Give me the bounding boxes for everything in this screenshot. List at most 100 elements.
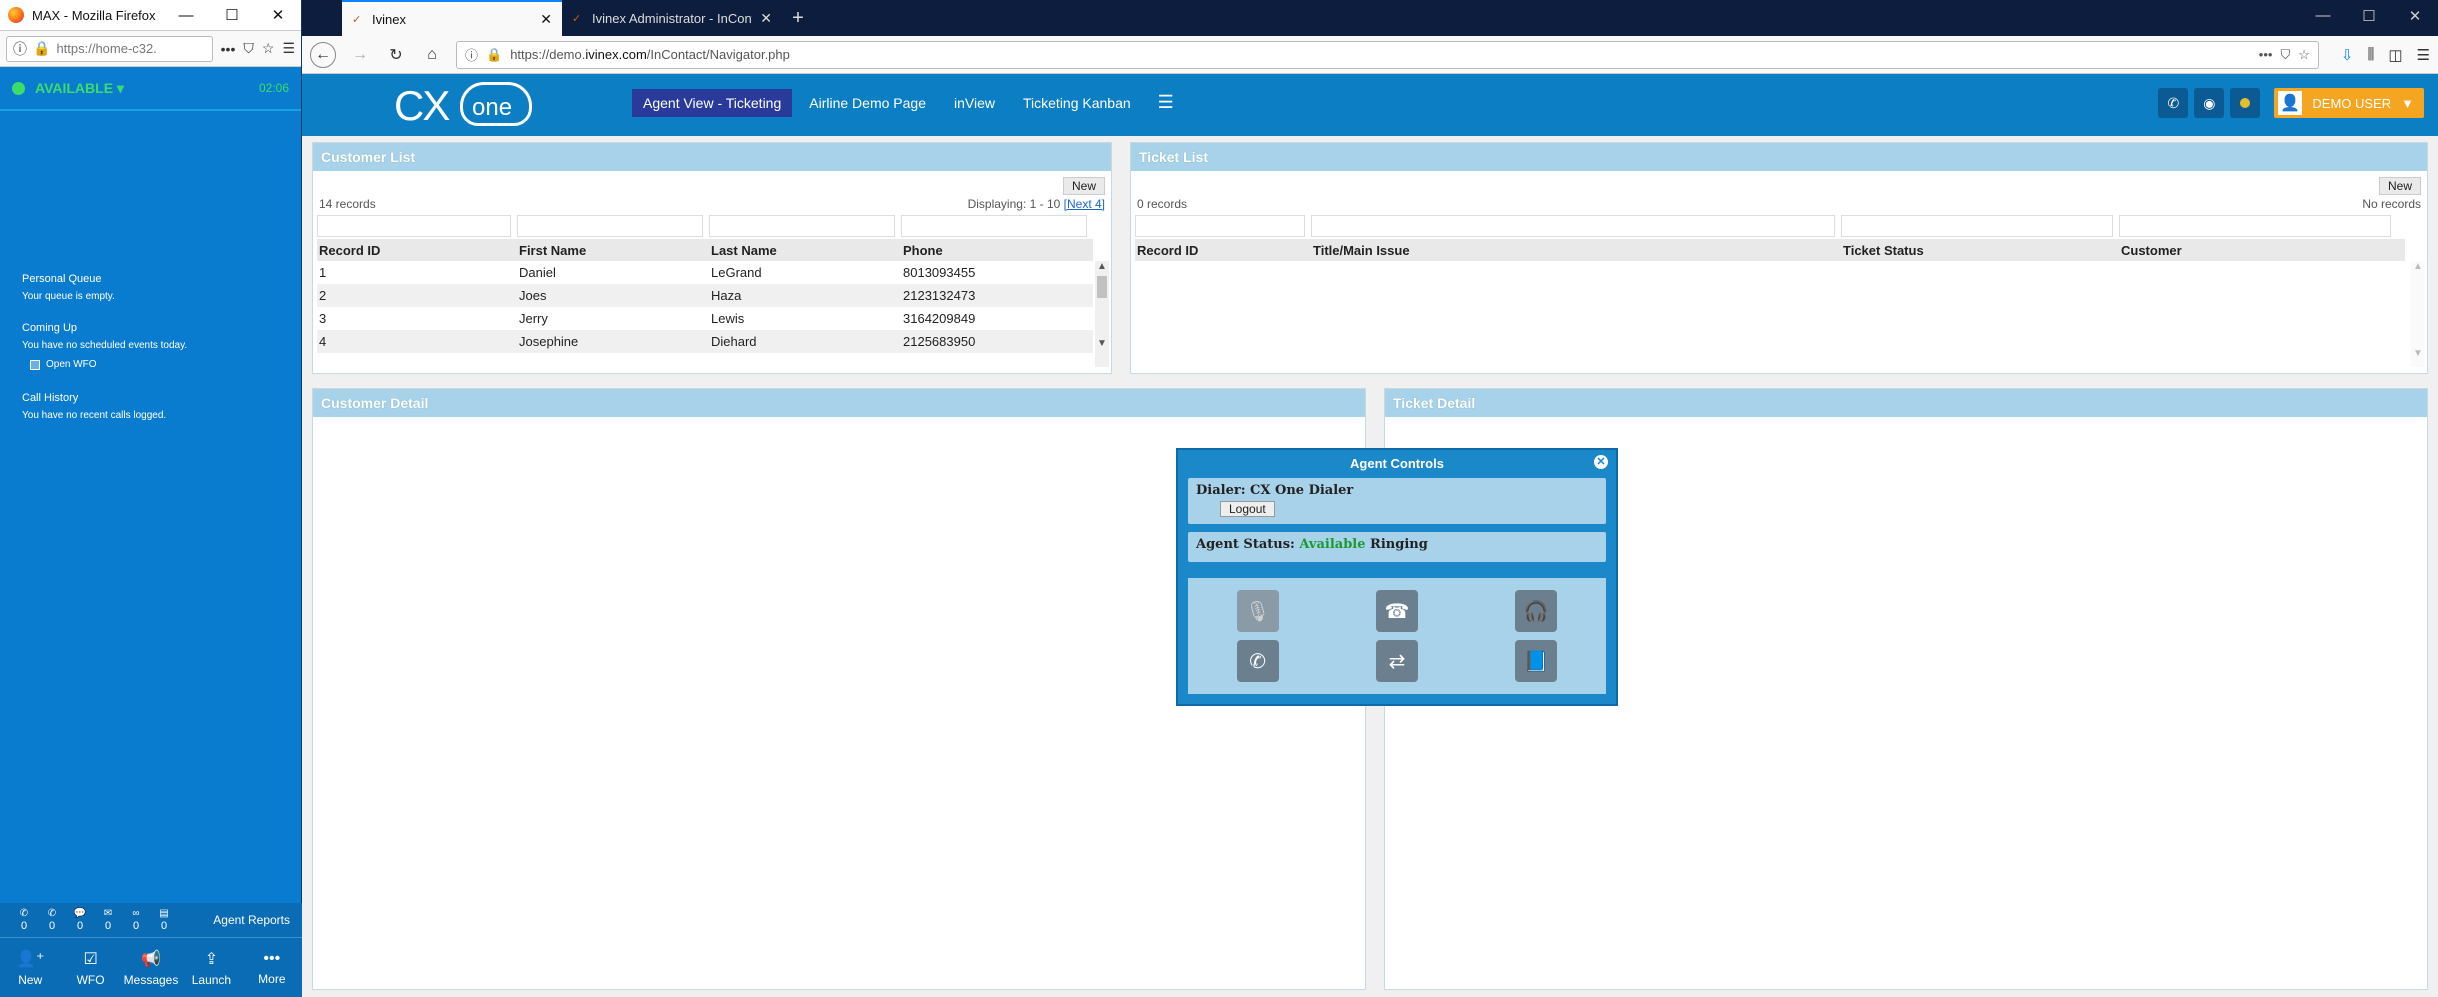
tab-close-icon[interactable]: ✕: [760, 10, 772, 27]
agent-reports-link[interactable]: Agent Reports: [213, 913, 290, 927]
maximize-icon[interactable]: ☐: [209, 0, 255, 31]
filter-first-name-input[interactable]: [517, 215, 703, 237]
calls-counter[interactable]: ✆ 0: [10, 908, 38, 932]
next-page-link[interactable]: [Next 4]: [1064, 197, 1105, 211]
call-notes-icon[interactable]: ✆: [1236, 640, 1279, 682]
filter-record-id-input[interactable]: [317, 215, 511, 237]
menu-icon[interactable]: ☰: [2417, 46, 2430, 64]
nav-bar: ← → ↻ ⌂ ⓘ 🔒 https://demo.ivinex.com/InCo…: [302, 36, 2438, 74]
tab-ivinex[interactable]: ✓ Ivinex ✕: [342, 0, 562, 36]
launch-icon: ⇪: [204, 950, 219, 968]
home-icon[interactable]: ⌂: [420, 46, 444, 64]
minimize-icon[interactable]: —: [163, 0, 209, 31]
nav-messages-button[interactable]: 📢 Messages: [121, 938, 181, 997]
nav-ticketing-kanban[interactable]: Ticketing Kanban: [1012, 89, 1142, 117]
tab-close-icon[interactable]: ✕: [540, 11, 552, 28]
transfer-icon[interactable]: ⇄: [1375, 640, 1418, 682]
chat-counter[interactable]: 💬 0: [66, 908, 94, 932]
info-icon: ⓘ: [465, 48, 479, 63]
col-title-main-issue[interactable]: Title/Main Issue: [1311, 243, 1841, 258]
library-icon[interactable]: ⫼: [2367, 46, 2374, 64]
logout-button[interactable]: Logout: [1220, 501, 1275, 517]
more-icon[interactable]: •••: [2259, 47, 2273, 62]
record-icon[interactable]: ◉: [2194, 88, 2225, 118]
tab-ivinex-admin[interactable]: ✓ Ivinex Administrator - InContact ✕: [562, 0, 782, 36]
scroll-down-icon[interactable]: ▼: [1095, 338, 1109, 349]
no-events-text: You have no scheduled events today.: [22, 340, 188, 351]
forward-icon[interactable]: →: [348, 46, 372, 64]
coming-up-heading: Coming Up: [22, 322, 78, 334]
filter-ticket-id-input[interactable]: [1135, 215, 1305, 237]
user-menu-button[interactable]: 👤 DEMO USER ▼: [2274, 88, 2424, 118]
callback-counter[interactable]: ✆ 0: [38, 908, 66, 932]
table-row[interactable]: 1 Daniel LeGrand 8013093455: [317, 261, 1093, 284]
customer-grid-header: Record ID First Name Last Name Phone: [317, 239, 1093, 261]
back-icon[interactable]: ←: [310, 41, 336, 68]
phone-settings-icon[interactable]: ✆: [2158, 88, 2189, 118]
reload-icon[interactable]: ↻: [384, 45, 408, 65]
nav-new-button[interactable]: 👤⁺ New: [0, 938, 60, 997]
col-phone[interactable]: Phone: [901, 243, 1093, 258]
table-row[interactable]: 4 Josephine Diehard 2125683950: [317, 330, 1093, 353]
voicemail-counter[interactable]: ∞ 0: [122, 908, 150, 932]
col-ticket-status[interactable]: Ticket Status: [1841, 243, 2119, 258]
new-tab-button[interactable]: +: [782, 0, 814, 36]
agent-status-label[interactable]: AVAILABLE ▾: [35, 80, 259, 97]
col-ticket-record-id[interactable]: Record ID: [1135, 243, 1311, 258]
filter-last-name-input[interactable]: [709, 215, 895, 237]
scroll-up-icon[interactable]: ▲: [2411, 261, 2425, 272]
pocket-icon[interactable]: ⛉: [243, 40, 254, 57]
table-row[interactable]: 2 Joes Haza 2123132473: [317, 284, 1093, 307]
star-icon[interactable]: ☆: [262, 40, 275, 57]
url-input[interactable]: ⓘ 🔒 https://demo.ivinex.com/InContact/Na…: [456, 40, 2319, 69]
nav-more-button[interactable]: ••• More: [242, 938, 302, 997]
filter-phone-input[interactable]: [901, 215, 1087, 237]
minimize-icon[interactable]: —: [2300, 0, 2346, 31]
sidebar-icon[interactable]: ◫: [2388, 46, 2402, 64]
agent-status-bar[interactable]: AVAILABLE ▾ 02:06: [0, 67, 301, 111]
close-icon[interactable]: ✕: [2392, 0, 2438, 31]
max-url-input[interactable]: ⓘ 🔒 https://home-c32.: [6, 35, 213, 62]
new-ticket-button[interactable]: New: [2378, 177, 2421, 195]
col-customer[interactable]: Customer: [2119, 243, 2389, 258]
open-wfo-link[interactable]: Open WFO: [30, 359, 279, 370]
nav-agent-view-ticketing[interactable]: Agent View - Ticketing: [632, 89, 793, 117]
headset-icon[interactable]: 🎧: [1515, 590, 1558, 632]
scroll-thumb[interactable]: [1097, 276, 1107, 298]
maximize-icon[interactable]: ☐: [2346, 0, 2392, 31]
col-last-name[interactable]: Last Name: [709, 243, 901, 258]
phone-icon: ✆: [19, 908, 29, 919]
pocket-icon[interactable]: ⛉: [2280, 47, 2290, 63]
filter-status-input[interactable]: [1841, 215, 2113, 237]
customer-grid-scrollbar[interactable]: ▲ ▼: [1095, 261, 1109, 367]
menu-icon[interactable]: ☰: [282, 40, 295, 57]
mute-microphone-icon[interactable]: 🎙: [1236, 590, 1279, 632]
col-record-id[interactable]: Record ID: [317, 243, 517, 258]
ticket-grid-scrollbar[interactable]: ▲ ▼: [2411, 261, 2425, 367]
star-icon[interactable]: ☆: [2298, 47, 2310, 63]
hamburger-menu-icon[interactable]: ☰: [1148, 89, 1184, 117]
nav-airline-demo-page[interactable]: Airline Demo Page: [798, 89, 937, 117]
new-customer-button[interactable]: New: [1062, 177, 1105, 195]
workitem-icon: ▤: [159, 908, 169, 919]
filter-title-input[interactable]: [1311, 215, 1835, 237]
workitem-counter[interactable]: ▤ 0: [150, 908, 178, 932]
table-row[interactable]: 3 Jerry Lewis 3164209849: [317, 307, 1093, 330]
nav-inview[interactable]: inView: [943, 89, 1006, 117]
filter-customer-input[interactable]: [2119, 215, 2391, 237]
more-icon[interactable]: •••: [221, 41, 236, 57]
col-first-name[interactable]: First Name: [517, 243, 709, 258]
nav-wfo-button[interactable]: ☑ WFO: [60, 938, 120, 997]
close-dialog-icon[interactable]: ✕: [1594, 455, 1608, 469]
dialpad-icon[interactable]: ☎: [1375, 590, 1418, 632]
scroll-down-icon[interactable]: ▼: [2411, 348, 2425, 359]
dialer-box: Dialer: CX One Dialer Logout: [1188, 478, 1606, 524]
email-counter[interactable]: ✉ 0: [94, 908, 122, 932]
download-icon[interactable]: ⇩: [2341, 46, 2354, 64]
wfo-icon: ☑: [83, 950, 98, 968]
status-indicator-icon[interactable]: [2230, 88, 2261, 118]
book-icon[interactable]: 📘: [1515, 640, 1558, 682]
nav-launch-button[interactable]: ⇪ Launch: [181, 938, 241, 997]
close-icon[interactable]: ✕: [255, 0, 301, 31]
scroll-up-icon[interactable]: ▲: [1095, 261, 1109, 272]
